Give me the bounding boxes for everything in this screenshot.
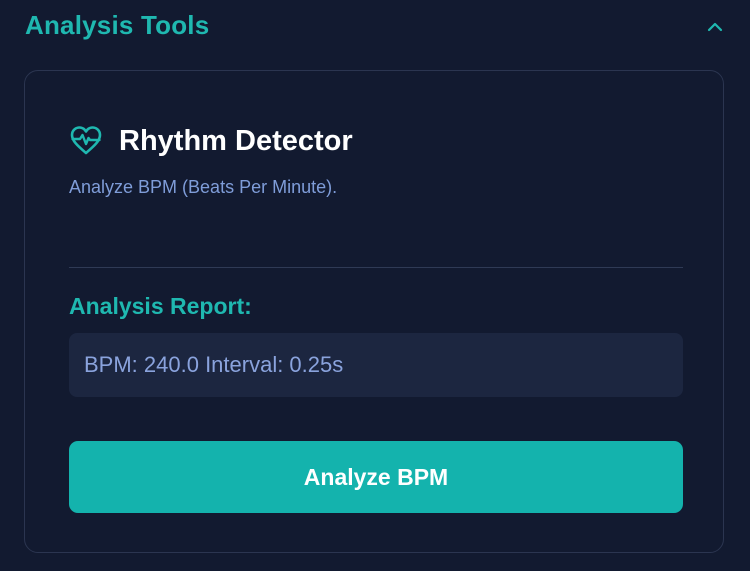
report-text: BPM: 240.0 Interval: 0.25s [84, 352, 344, 377]
analyze-bpm-button[interactable]: Analyze BPM [69, 441, 683, 513]
section-title: Analysis Tools [25, 10, 210, 40]
rhythm-detector-card: Rhythm Detector Analyze BPM (Beats Per M… [24, 70, 724, 553]
tool-title: Rhythm Detector [119, 124, 353, 157]
heart-pulse-icon [69, 124, 103, 158]
report-output: BPM: 240.0 Interval: 0.25s [69, 333, 683, 397]
report-label: Analysis Report: [69, 293, 252, 319]
tool-header: Rhythm Detector [69, 121, 353, 161]
chevron-up-icon[interactable] [702, 14, 728, 40]
divider [69, 267, 683, 268]
section-header[interactable]: Analysis Tools [0, 0, 750, 56]
tool-description: Analyze BPM (Beats Per Minute). [69, 177, 338, 197]
